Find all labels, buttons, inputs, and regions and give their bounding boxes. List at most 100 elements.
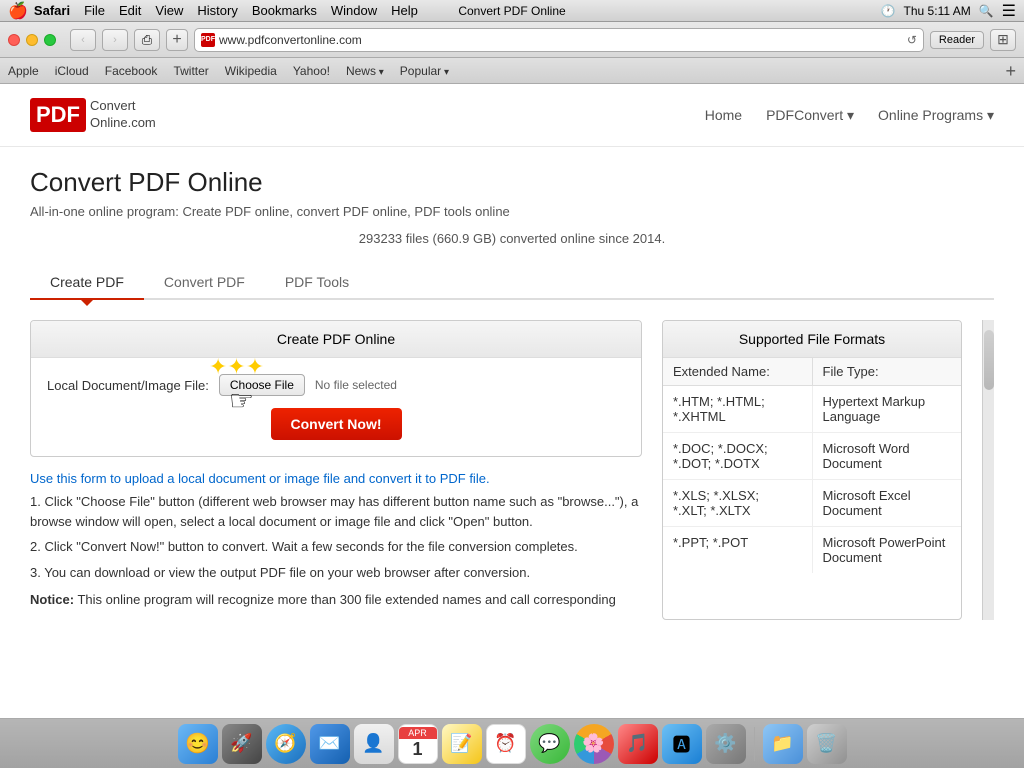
share-button[interactable]: ⎙ (134, 29, 160, 51)
dock-appstore[interactable]: 🅰 (662, 724, 702, 764)
tab-convert-pdf[interactable]: Convert PDF (144, 266, 265, 298)
dock-reminders[interactable]: ⏰ (486, 724, 526, 764)
dock-calendar[interactable]: APR 1 (398, 724, 438, 764)
dock-sysprefs[interactable]: ⚙️ (706, 724, 746, 764)
dock-finder[interactable]: 😊 (178, 724, 218, 764)
spotlight-icon[interactable]: 🔍 (979, 4, 994, 18)
new-tab-button[interactable]: + (166, 29, 188, 51)
left-panel: Create PDF Online Local Document/Image F… (30, 320, 642, 620)
format-type-3: Microsoft PowerPoint Document (813, 527, 962, 573)
format-ext-1: *.DOC; *.DOCX; *.DOT; *.DOTX (663, 433, 813, 479)
instruction-step-2: 2. Click "Convert Now!" button to conver… (30, 537, 642, 557)
dock-launchpad[interactable]: 🚀 (222, 724, 262, 764)
menu-safari[interactable]: Safari (34, 3, 70, 18)
dock-mail[interactable]: ✉️ (310, 724, 350, 764)
bookmark-facebook[interactable]: Facebook (105, 64, 158, 78)
tab-create-pdf[interactable]: Create PDF (30, 266, 144, 298)
bookmark-apple[interactable]: Apple (8, 64, 39, 78)
tab-pdf-tools[interactable]: PDF Tools (265, 266, 369, 298)
menu-bar: Safari File Edit View History Bookmarks … (34, 3, 418, 18)
window-title: Convert PDF Online (458, 4, 565, 18)
site-nav: Home PDFConvert Online Programs (705, 107, 994, 124)
choose-file-button[interactable]: Choose File (219, 374, 305, 396)
instruction-step-1: 1. Click "Choose File" button (different… (30, 492, 642, 531)
format-row-0: *.HTM; *.HTML; *.XHTML Hypertext Markup … (663, 386, 961, 433)
address-bar[interactable]: PDF www.pdfconvertonline.com ↺ (194, 28, 924, 52)
bookmark-twitter[interactable]: Twitter (173, 64, 208, 78)
close-button[interactable] (8, 34, 20, 46)
dock-trash[interactable]: 🗑️ (807, 724, 847, 764)
instructions-intro: Use this form to upload a local document… (30, 471, 642, 486)
bookmark-news[interactable]: News (346, 64, 384, 78)
fullpage-button[interactable]: ⊞ (990, 29, 1016, 51)
page-subtitle: All-in-one online program: Create PDF on… (30, 204, 994, 219)
dock-safari[interactable]: 🧭 (266, 724, 306, 764)
refresh-button[interactable]: ↺ (907, 33, 917, 47)
title-bar: 🍎 Safari File Edit View History Bookmark… (0, 0, 1024, 22)
scrollbar-track[interactable] (982, 320, 994, 620)
menu-edit[interactable]: Edit (119, 3, 141, 18)
tab-indicator (79, 298, 95, 306)
convert-now-button[interactable]: Convert Now! (271, 408, 402, 440)
convert-btn-row: Convert Now! (47, 408, 625, 440)
site-favicon: PDF (201, 33, 215, 47)
bookmark-yahoo[interactable]: Yahoo! (293, 64, 330, 78)
minimize-button[interactable] (26, 34, 38, 46)
notice-body: This online program will recognize more … (77, 592, 615, 607)
bookmark-wikipedia[interactable]: Wikipedia (225, 64, 277, 78)
format-row-3: *.PPT; *.POT Microsoft PowerPoint Docume… (663, 527, 961, 573)
tabs-overview-icon[interactable]: ☰ (1002, 1, 1016, 21)
dock-itunes[interactable]: 🎵 (618, 724, 658, 764)
format-row-1: *.DOC; *.DOCX; *.DOT; *.DOTX Microsoft W… (663, 433, 961, 480)
dock-finder2[interactable]: 📁 (763, 724, 803, 764)
logo-pdf-badge: PDF (30, 98, 86, 132)
clock-icon: 🕐 (881, 4, 896, 18)
apple-menu-icon[interactable]: 🍎 (8, 1, 28, 21)
title-bar-right: 🕐 Thu 5:11 AM 🔍 ☰ (881, 1, 1016, 21)
fullscreen-button[interactable] (44, 34, 56, 46)
menu-window[interactable]: Window (331, 3, 377, 18)
nav-home[interactable]: Home (705, 107, 742, 123)
title-bar-left: 🍎 Safari File Edit View History Bookmark… (8, 1, 418, 21)
url-display: www.pdfconvertonline.com (219, 33, 903, 47)
upload-form-body: Local Document/Image File: ✦✦✦ Choose Fi… (31, 358, 641, 456)
sidebar-toggle[interactable]: + (1005, 62, 1016, 80)
formats-table-header: Supported File Formats (663, 321, 961, 358)
menu-view[interactable]: View (155, 3, 183, 18)
back-button[interactable]: ‹ (70, 29, 96, 51)
formats-col-headers: Extended Name: File Type: (663, 358, 961, 386)
dock: 😊 🚀 🧭 ✉️ 👤 APR 1 📝 ⏰ 💬 🌸 🎵 🅰 ⚙️ 📁 🗑️ (0, 718, 1024, 768)
main-layout: Create PDF Online Local Document/Image F… (30, 320, 994, 620)
forward-button[interactable]: › (102, 29, 128, 51)
site-header: PDF Convert Online.com Home PDFConvert O… (0, 84, 1024, 147)
file-input-label: Local Document/Image File: (47, 378, 209, 393)
page-content: Convert PDF Online All-in-one online pro… (0, 147, 1024, 640)
dock-separator (754, 727, 755, 761)
stats-line: 293233 files (660.9 GB) converted online… (30, 231, 994, 246)
upload-form: Create PDF Online Local Document/Image F… (30, 320, 642, 457)
notice-label: Notice: (30, 592, 74, 607)
dock-contacts[interactable]: 👤 (354, 724, 394, 764)
format-type-1: Microsoft Word Document (813, 433, 962, 479)
menu-bookmarks[interactable]: Bookmarks (252, 3, 317, 18)
file-input-row: Local Document/Image File: ✦✦✦ Choose Fi… (47, 374, 625, 396)
nav-pdfconvert[interactable]: PDFConvert (766, 107, 854, 124)
format-ext-0: *.HTM; *.HTML; *.XHTML (663, 386, 813, 432)
bookmark-popular[interactable]: Popular (400, 64, 449, 78)
format-ext-2: *.XLS; *.XLSX; *.XLT; *.XLTX (663, 480, 813, 526)
click-animation: ✦✦✦ Choose File ☞ (219, 374, 305, 396)
dock-notes[interactable]: 📝 (442, 724, 482, 764)
nav-online-programs[interactable]: Online Programs (878, 107, 994, 124)
scrollbar-thumb[interactable] (984, 330, 994, 390)
menu-help[interactable]: Help (391, 3, 418, 18)
menu-file[interactable]: File (84, 3, 105, 18)
reader-button[interactable]: Reader (930, 31, 984, 49)
dock-messages[interactable]: 💬 (530, 724, 570, 764)
tabs-bar: Create PDF Convert PDF PDF Tools (30, 266, 994, 300)
bookmark-icloud[interactable]: iCloud (55, 64, 89, 78)
logo-text: Convert Online.com (90, 98, 156, 132)
menu-history[interactable]: History (197, 3, 237, 18)
formats-table: Supported File Formats Extended Name: Fi… (662, 320, 962, 620)
dock-photos[interactable]: 🌸 (574, 724, 614, 764)
site-logo[interactable]: PDF Convert Online.com (30, 98, 156, 132)
